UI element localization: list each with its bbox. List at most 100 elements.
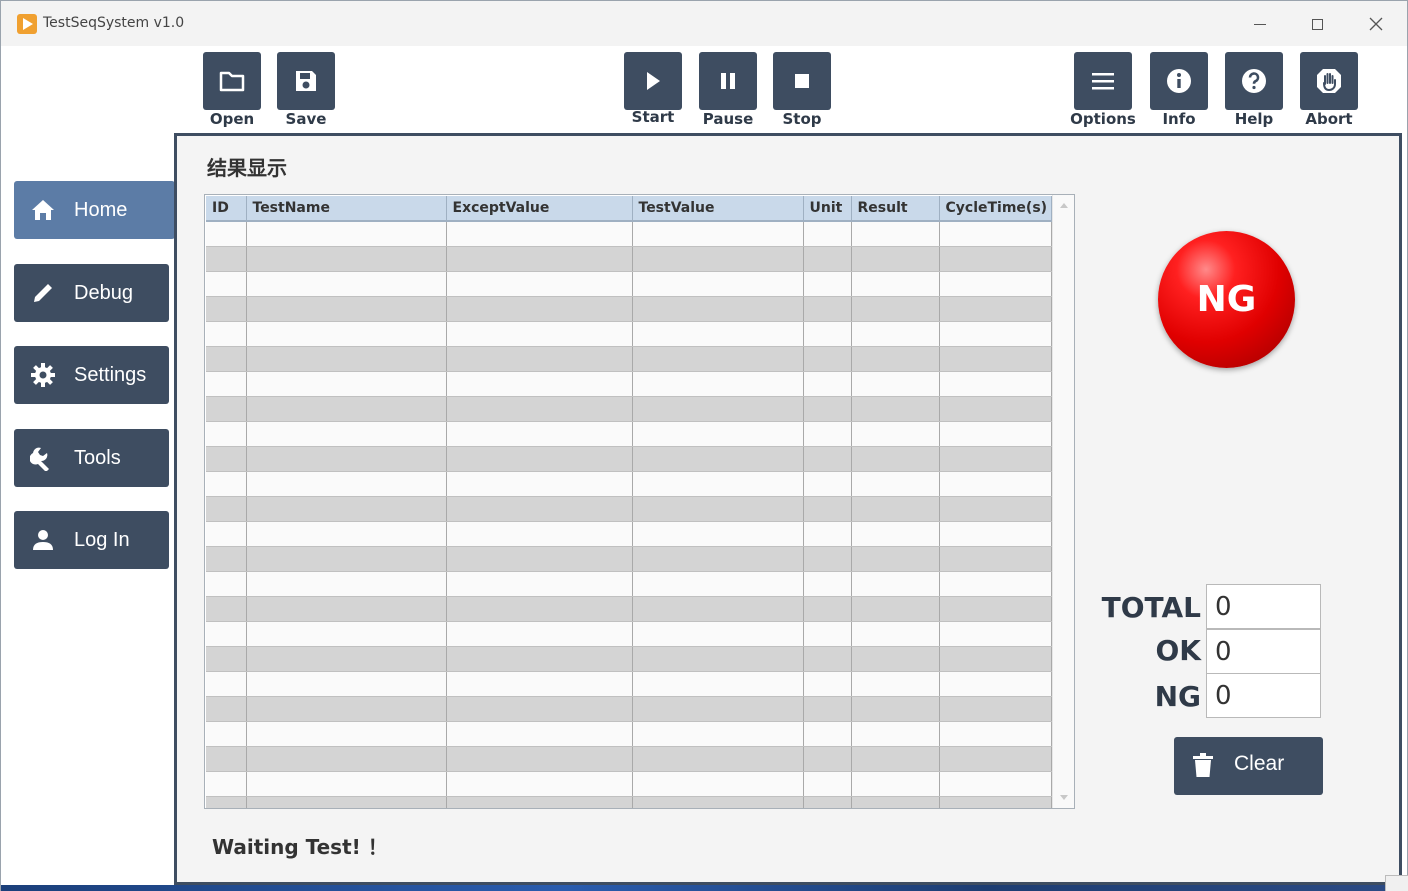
- table-cell[interactable]: [851, 471, 940, 497]
- table-cell[interactable]: [206, 796, 247, 808]
- table-cell[interactable]: [446, 521, 633, 547]
- table-cell[interactable]: [851, 446, 940, 472]
- table-cell[interactable]: [632, 446, 804, 472]
- table-cell[interactable]: [803, 721, 852, 747]
- sidebar-item-settings[interactable]: Settings: [14, 346, 169, 404]
- minimize-button[interactable]: [1245, 9, 1275, 39]
- table-cell[interactable]: [446, 546, 633, 572]
- table-row[interactable]: [206, 471, 1052, 497]
- table-cell[interactable]: [803, 596, 852, 622]
- save-button[interactable]: Save: [274, 52, 338, 132]
- table-cell[interactable]: [446, 746, 633, 772]
- table-cell[interactable]: [803, 421, 852, 447]
- table-cell[interactable]: [939, 471, 1052, 497]
- table-cell[interactable]: [446, 271, 633, 297]
- table-cell[interactable]: [446, 496, 633, 522]
- column-header-unit[interactable]: Unit: [803, 196, 852, 222]
- table-cell[interactable]: [246, 596, 447, 622]
- table-row[interactable]: [206, 571, 1052, 597]
- table-cell[interactable]: [206, 571, 247, 597]
- table-cell[interactable]: [206, 671, 247, 697]
- table-cell[interactable]: [206, 721, 247, 747]
- table-cell[interactable]: [632, 396, 804, 422]
- table-row[interactable]: [206, 621, 1052, 647]
- info-button[interactable]: Info: [1147, 52, 1211, 132]
- table-cell[interactable]: [851, 671, 940, 697]
- table-cell[interactable]: [939, 596, 1052, 622]
- table-cell[interactable]: [206, 696, 247, 722]
- table-cell[interactable]: [851, 771, 940, 797]
- sidebar-item-login[interactable]: Log In: [14, 511, 169, 569]
- table-cell[interactable]: [939, 746, 1052, 772]
- table-cell[interactable]: [206, 771, 247, 797]
- table-cell[interactable]: [939, 571, 1052, 597]
- table-cell[interactable]: [206, 396, 247, 422]
- column-header-testname[interactable]: TestName: [246, 196, 447, 222]
- table-cell[interactable]: [446, 671, 633, 697]
- table-cell[interactable]: [446, 246, 633, 272]
- table-cell[interactable]: [246, 771, 447, 797]
- table-cell[interactable]: [803, 771, 852, 797]
- column-header-testvalue[interactable]: TestValue: [632, 196, 804, 222]
- table-row[interactable]: [206, 546, 1052, 572]
- table-cell[interactable]: [939, 271, 1052, 297]
- table-cell[interactable]: [632, 296, 804, 322]
- table-cell[interactable]: [246, 321, 447, 347]
- maximize-button[interactable]: [1302, 9, 1332, 39]
- table-row[interactable]: [206, 696, 1052, 722]
- table-cell[interactable]: [246, 421, 447, 447]
- table-row[interactable]: [206, 246, 1052, 272]
- table-row[interactable]: [206, 446, 1052, 472]
- table-cell[interactable]: [939, 396, 1052, 422]
- sidebar-item-tools[interactable]: Tools: [14, 429, 169, 487]
- table-cell[interactable]: [246, 496, 447, 522]
- table-cell[interactable]: [206, 271, 247, 297]
- table-cell[interactable]: [632, 521, 804, 547]
- table-cell[interactable]: [851, 371, 940, 397]
- table-cell[interactable]: [206, 621, 247, 647]
- table-cell[interactable]: [632, 696, 804, 722]
- table-cell[interactable]: [446, 696, 633, 722]
- column-header-exceptvalue[interactable]: ExceptValue: [446, 196, 633, 222]
- table-cell[interactable]: [446, 771, 633, 797]
- table-cell[interactable]: [851, 721, 940, 747]
- table-cell[interactable]: [939, 221, 1052, 247]
- table-cell[interactable]: [246, 671, 447, 697]
- table-cell[interactable]: [851, 596, 940, 622]
- scroll-up-icon[interactable]: [1060, 203, 1068, 208]
- table-row[interactable]: [206, 771, 1052, 797]
- table-cell[interactable]: [206, 321, 247, 347]
- table-row[interactable]: [206, 496, 1052, 522]
- open-button[interactable]: Open: [200, 52, 264, 132]
- sidebar-item-debug[interactable]: Debug: [14, 264, 169, 322]
- table-cell[interactable]: [632, 221, 804, 247]
- table-cell[interactable]: [446, 221, 633, 247]
- table-cell[interactable]: [246, 646, 447, 672]
- table-cell[interactable]: [803, 471, 852, 497]
- table-cell[interactable]: [632, 496, 804, 522]
- table-cell[interactable]: [206, 221, 247, 247]
- table-cell[interactable]: [246, 546, 447, 572]
- table-cell[interactable]: [632, 596, 804, 622]
- table-cell[interactable]: [246, 221, 447, 247]
- start-button[interactable]: Start: [621, 52, 685, 132]
- table-cell[interactable]: [939, 771, 1052, 797]
- table-cell[interactable]: [206, 596, 247, 622]
- result-table[interactable]: ID TestName ExceptValue TestValue Unit R…: [204, 194, 1075, 809]
- table-cell[interactable]: [446, 296, 633, 322]
- abort-button[interactable]: Abort: [1297, 52, 1361, 132]
- table-cell[interactable]: [851, 496, 940, 522]
- table-cell[interactable]: [632, 571, 804, 597]
- table-cell[interactable]: [803, 621, 852, 647]
- table-cell[interactable]: [632, 646, 804, 672]
- table-cell[interactable]: [632, 421, 804, 447]
- table-row[interactable]: [206, 371, 1052, 397]
- table-cell[interactable]: [632, 371, 804, 397]
- table-cell[interactable]: [246, 521, 447, 547]
- table-cell[interactable]: [246, 346, 447, 372]
- table-row[interactable]: [206, 646, 1052, 672]
- table-row[interactable]: [206, 421, 1052, 447]
- table-cell[interactable]: [939, 796, 1052, 808]
- table-cell[interactable]: [803, 321, 852, 347]
- table-cell[interactable]: [939, 546, 1052, 572]
